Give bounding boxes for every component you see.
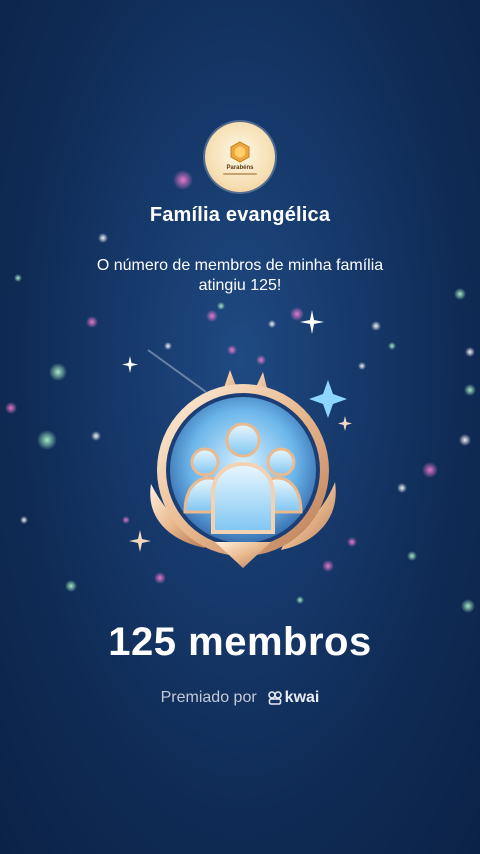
avatar-label: Parabéns (226, 165, 254, 171)
kwai-logo-icon (267, 691, 282, 705)
avatar-caption-line (223, 173, 257, 175)
achievement-message: O número de membros de minha família ati… (60, 256, 420, 296)
hexagon-logo-icon (230, 141, 250, 163)
message-line-2: atingiu 125! (198, 277, 282, 294)
family-members-badge-icon (150, 370, 336, 568)
group-name: Família evangélica (149, 204, 331, 226)
awarded-by-label: Premiado por (160, 689, 257, 706)
kwai-brand: kwai (267, 689, 320, 707)
members-count: 125 membros (108, 620, 372, 664)
group-avatar[interactable]: Parabéns (205, 122, 275, 192)
kwai-brand-label: kwai (284, 689, 320, 706)
message-line-1: O número de membros de minha família (96, 257, 384, 274)
awarded-by: Premiado por kwai (0, 689, 480, 707)
